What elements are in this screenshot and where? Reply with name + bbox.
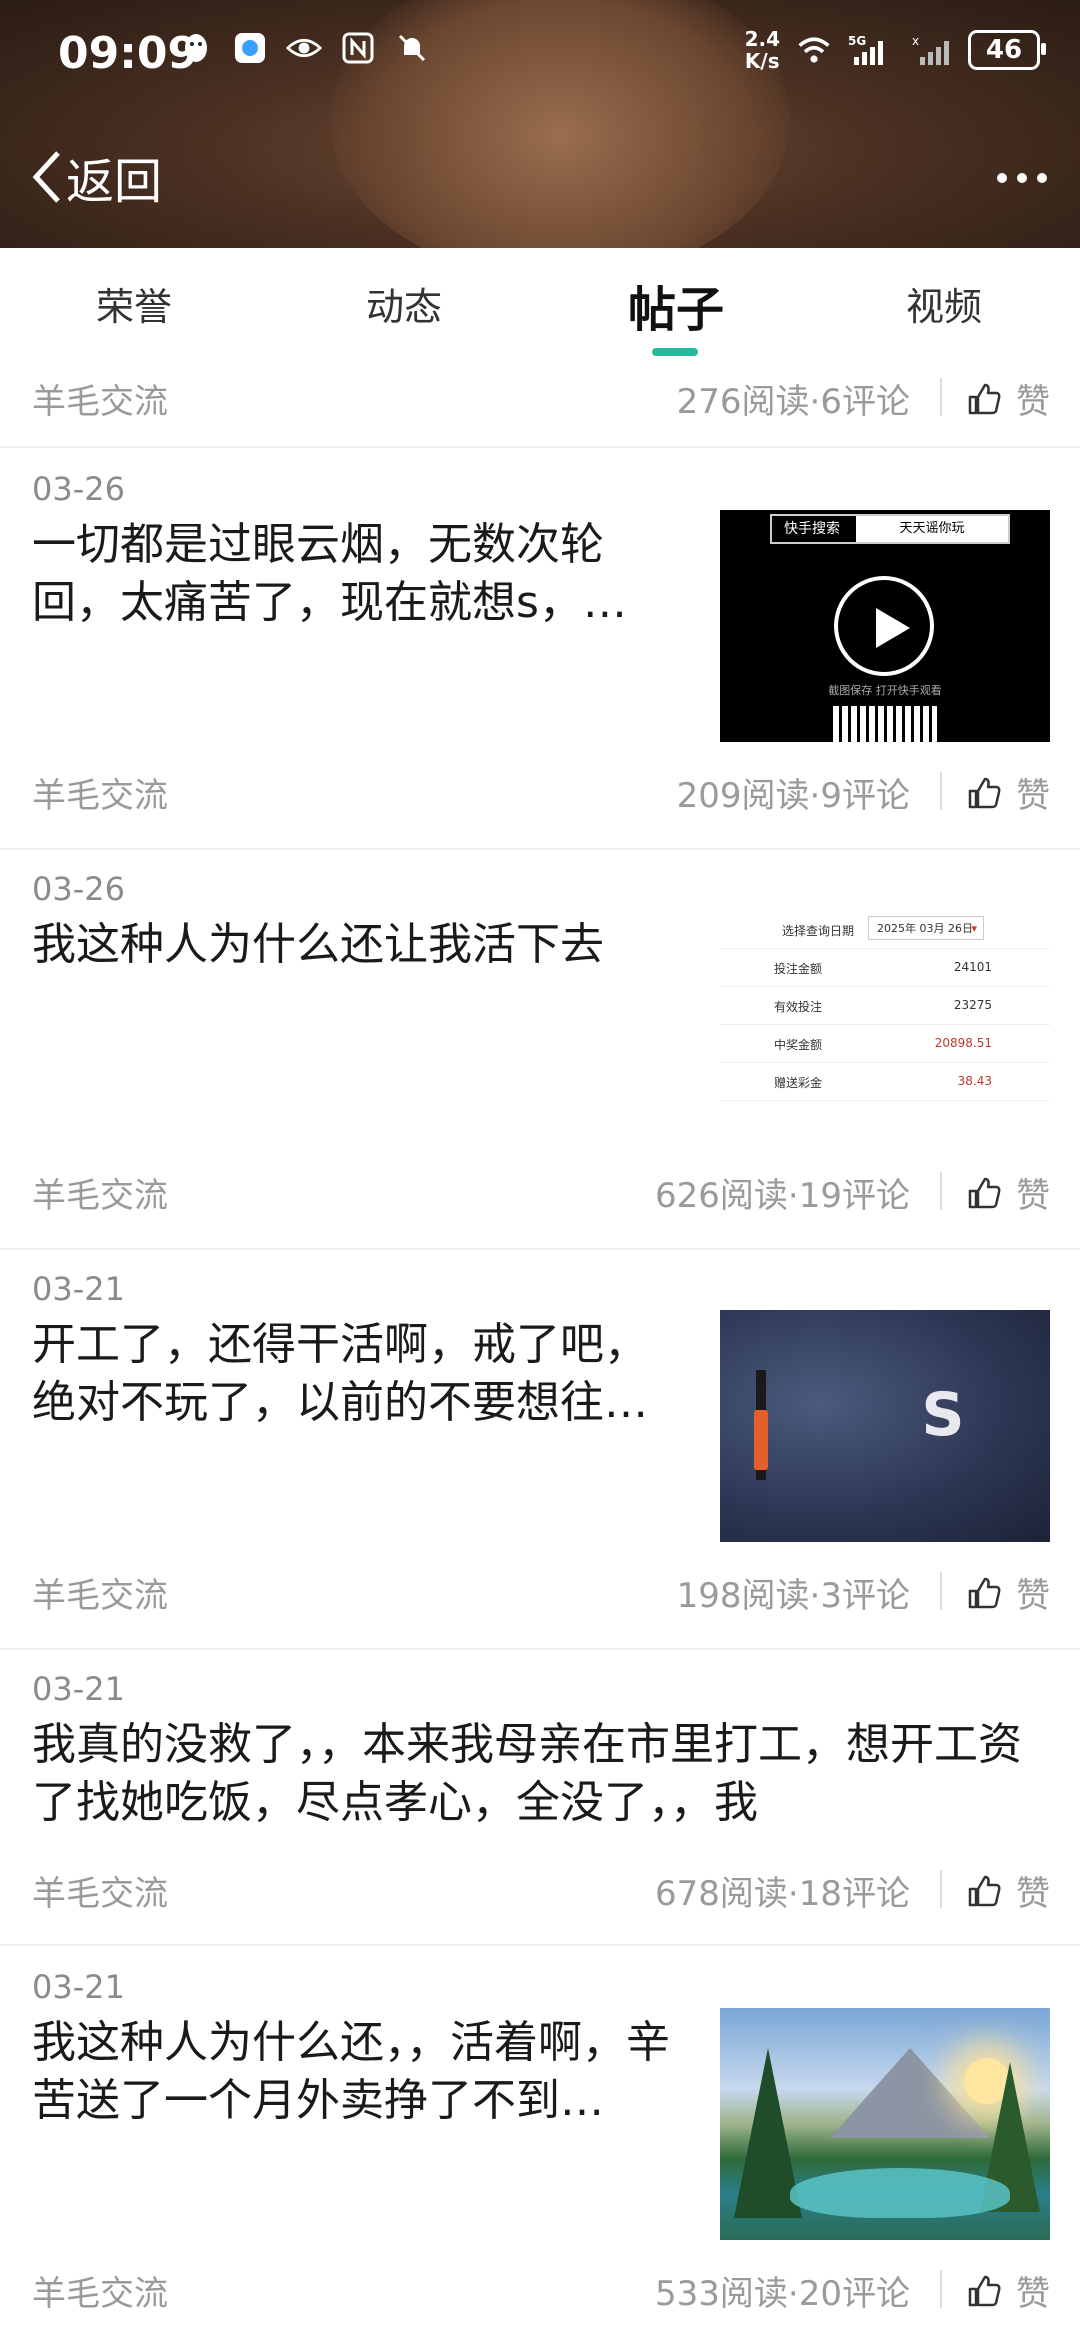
divider [940,772,942,810]
tab-posts[interactable]: 帖子 [628,270,724,340]
tab-bar: 荣誉 动态 帖子 视频 [0,248,1080,358]
mute-bell-icon [394,30,430,66]
post-item[interactable]: 03-26 一切都是过眼云烟，无数次轮回，太痛苦了，现在就想s，… 快手搜索 天… [0,448,1080,850]
post-title[interactable]: 开工了，还得干活啊，戒了吧，绝对不玩了，以前的不要想往… [32,1316,682,1432]
more-options-button[interactable] [994,152,1050,198]
post-stats: 626阅读·19评论 [655,1176,910,1216]
like-button[interactable]: 赞 [966,1866,1050,1915]
post-thumbnail-photo[interactable]: S [720,1310,1050,1542]
status-bar: 09:09 2.4 K/s 5G x 46 [0,0,1080,110]
app-notification-icon [232,30,268,66]
post-item[interactable]: 03-21 我这种人为什么还，，活着啊，辛苦送了一个月外卖挣了不到… 羊毛交流 … [0,1946,1080,2346]
svg-text:x: x [912,34,919,48]
post-meta: 羊毛交流 276阅读·6评论 赞 [0,374,1080,434]
post-tag[interactable]: 羊毛交流 [32,1168,168,1217]
nfc-icon [340,30,376,66]
like-button[interactable]: 赞 [966,768,1050,817]
post-meta: 羊毛交流 533阅读·20评论 赞 [0,2266,1080,2326]
post-tag[interactable]: 羊毛交流 [32,1568,168,1617]
profile-header: 09:09 2.4 K/s 5G x 46 返回 [0,0,1080,248]
signal-5g-icon: 5G [848,32,896,68]
post-title[interactable]: 我这种人为什么还，，活着啊，辛苦送了一个月外卖挣了不到… [32,2014,682,2130]
post-date: 03-21 [32,1670,125,1708]
logo-print: S [921,1380,965,1450]
post-stats: 533阅读·20评论 [655,2274,910,2314]
thumbs-up-icon [968,1875,1001,1906]
post-tag[interactable]: 羊毛交流 [32,2266,168,2315]
post-thumbnail-table[interactable]: 选择查询日期 2025年 03月 26日 投注金额24101 有效投注23275… [720,910,1050,1142]
chevron-left-icon [32,151,60,203]
like-button[interactable]: 赞 [966,2266,1050,2315]
like-button[interactable]: 赞 [966,374,1050,423]
post-date: 03-21 [32,1968,125,2006]
signal-no-sim-icon: x [912,32,952,68]
divider [940,1870,942,1908]
post-item-partial[interactable]: 羊毛交流 276阅读·6评论 赞 [0,360,1080,448]
like-button[interactable]: 赞 [966,1168,1050,1217]
divider [940,1172,942,1210]
divider [940,378,942,416]
post-title[interactable]: 一切都是过眼云烟，无数次轮回，太痛苦了，现在就想s，… [32,516,682,632]
thumbs-up-icon [968,2275,1001,2306]
post-meta: 羊毛交流 198阅读·3评论 赞 [0,1568,1080,1628]
thumbs-up-icon [968,1577,1001,1608]
post-thumbnail-landscape[interactable] [720,2008,1050,2240]
post-title[interactable]: 我这种人为什么还让我活下去 [32,916,682,974]
post-item[interactable]: 03-21 我真的没救了，，本来我母亲在市里打工，想开工资了找她吃饭，尽点孝心，… [0,1648,1080,1946]
post-stats: 276阅读·6评论 [676,382,910,422]
back-label: 返回 [66,154,163,210]
post-date: 03-26 [32,470,125,508]
battery-indicator: 46 [968,30,1046,70]
tab-videos[interactable]: 视频 [906,276,982,331]
post-stats: 209阅读·9评论 [676,776,910,816]
post-item[interactable]: 03-26 我这种人为什么还让我活下去 选择查询日期 2025年 03月 26日… [0,848,1080,1250]
post-tag[interactable]: 羊毛交流 [32,374,168,423]
back-button[interactable]: 返回 [30,142,162,212]
post-meta: 羊毛交流 209阅读·9评论 赞 [0,768,1080,828]
divider [940,2270,942,2308]
post-meta: 羊毛交流 678阅读·18评论 赞 [0,1866,1080,1926]
thumbs-up-icon [968,383,1001,414]
post-tag[interactable]: 羊毛交流 [32,1866,168,1915]
tab-honor[interactable]: 荣誉 [96,276,172,331]
post-stats: 678阅读·18评论 [655,1874,910,1914]
eye-icon [286,30,322,66]
post-date: 03-21 [32,1270,125,1308]
post-tag[interactable]: 羊毛交流 [32,768,168,817]
post-meta: 羊毛交流 626阅读·19评论 赞 [0,1168,1080,1228]
thumbs-up-icon [968,777,1001,808]
post-date: 03-26 [32,870,125,908]
qr-code-icon [833,706,937,742]
tab-activity[interactable]: 动态 [366,276,442,331]
qq-icon [178,30,214,66]
divider [940,1572,942,1610]
post-item[interactable]: 03-21 开工了，还得干活啊，戒了吧，绝对不玩了，以前的不要想往… S 羊毛交… [0,1248,1080,1650]
post-title[interactable]: 我真的没救了，，本来我母亲在市里打工，想开工资了找她吃饭，尽点孝心，全没了，，我 [32,1716,1042,1832]
svg-text:5G: 5G [848,34,866,48]
like-button[interactable]: 赞 [966,1568,1050,1617]
post-stats: 198阅读·3评论 [676,1576,910,1616]
play-icon [834,576,934,676]
active-tab-indicator [652,348,698,356]
wifi-icon [796,32,832,68]
post-thumbnail-video[interactable]: 快手搜索 天天谣你玩 截图保存 打开快手观看 [720,510,1050,742]
more-dots-icon [997,173,1047,183]
thumbs-up-icon [968,1177,1001,1208]
network-speed: 2.4 K/s [744,27,780,73]
